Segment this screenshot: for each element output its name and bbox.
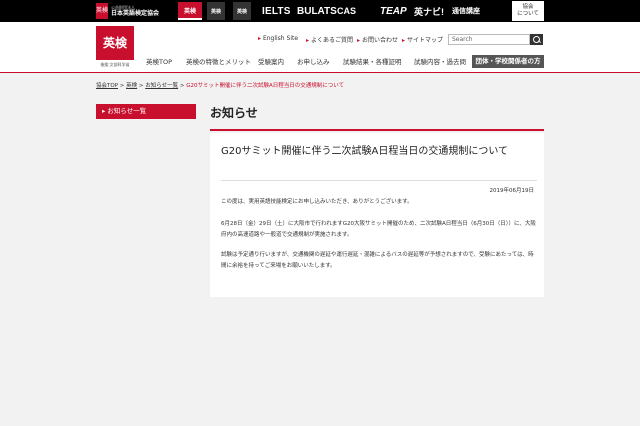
brand-eiken-ibt[interactable]: 英検 [233,2,251,20]
breadcrumb-sep: > [119,83,125,89]
arrow-icon: ▸ [306,37,310,44]
article-paragraph: 6月28日（金）29日（土）に大阪市で行われますG20大阪サミット開催のため、二… [221,221,536,238]
news-list-label: お知らせ一覧 [107,107,147,115]
nav-exam-guide[interactable]: 受験案内 [258,56,284,68]
org-logo: 英検 [96,3,108,19]
breadcrumb-news[interactable]: お知らせ一覧 [145,83,178,89]
logo-subtitle: 後援:文部科学省 [100,62,130,67]
breadcrumb: 協会TOP > 英検 > お知らせ一覧 > G20サミット開催に伴う二次試験A日… [96,81,344,89]
breadcrumb-current: G20サミット開催に伴う二次試験A日程当日の交通規制について [186,83,345,89]
nav-results[interactable]: 試験結果・各種証明 [343,56,402,68]
search-input[interactable]: Search [448,34,530,45]
english-site-link[interactable]: ▸ English Site [258,35,298,42]
faq-label: よくあるご質問 [310,37,353,44]
breadcrumb-sep: > [138,83,144,89]
site-header: 英検 後援:文部科学省 ▸ English Site ▸ よくあるご質問 ▸ お… [0,22,640,72]
nav-features[interactable]: 英検の特徴とメリット [186,56,251,68]
title-underline [210,129,544,131]
brand-eiken-navi[interactable]: 英ナビ! [414,2,444,20]
faq-link[interactable]: ▸ よくあるご質問 [306,35,353,44]
breadcrumb-eiken[interactable]: 英検 [126,83,137,89]
arrow-icon: ▸ [357,37,361,44]
nav-apply[interactable]: お申し込み [297,56,330,68]
eiken-logo[interactable]: 英検 [96,26,134,60]
brand-ielts[interactable]: IELTS [262,2,291,20]
arrow-icon: ▸ [258,35,262,42]
article-paragraph: 試験は予定通り行いますが、交通機関の遅延や運行遅延・混雑によるバスの遅延等が予想… [221,252,534,269]
sitemap-label: サイトマップ [406,37,443,44]
sitemap-link[interactable]: ▸ サイトマップ [402,35,443,44]
contact-link[interactable]: ▸ お問い合わせ [357,35,398,44]
breadcrumb-home[interactable]: 協会TOP [96,83,118,89]
arrow-icon: ▸ [402,37,406,44]
search-icon[interactable] [530,34,543,45]
news-list-button[interactable]: ▸ お知らせ一覧 [96,104,196,119]
tsushin-link[interactable]: 通信講座 [452,2,480,20]
org-name: 日本英語検定協会 [111,9,160,17]
page-title: お知らせ [210,106,258,120]
article-paragraph: この度は、実用英語技能検定にお申し込みいただき、ありがとうございます。 [221,199,413,205]
breadcrumb-sep: > [179,83,185,89]
nav-organizations[interactable]: 団体・学校関係者の方 [472,55,544,68]
nav-past-exams[interactable]: 試験内容・過去問 [414,56,466,68]
english-site-label: English Site [262,35,299,42]
header-divider [0,72,640,73]
org-link[interactable]: 英検 公益財団法人 日本英語検定協会 [96,3,159,19]
about-line2: について [517,11,539,17]
top-brand-bar: 英検 公益財団法人 日本英語検定協会 英検 英検 英検 IELTS BULATS… [0,0,640,22]
nav-eiken-top[interactable]: 英検TOP [146,56,172,68]
brand-cas[interactable]: CAS [337,2,356,20]
brand-eiken[interactable]: 英検 [178,2,202,20]
article-divider [221,180,537,181]
article-date: 2019年06月19日 [489,188,535,194]
article-title: G20サミット開催に伴う二次試験A日程当日の交通規制について [221,146,509,157]
brand-teap[interactable]: TEAP [380,2,407,20]
contact-label: お問い合わせ [361,37,398,44]
about-line1: 協会 [522,4,534,10]
brand-bulats[interactable]: BULATS [297,2,337,20]
about-association-button[interactable]: 協会 について [512,1,544,21]
brand-eiken-jr[interactable]: 英検 [207,2,225,20]
